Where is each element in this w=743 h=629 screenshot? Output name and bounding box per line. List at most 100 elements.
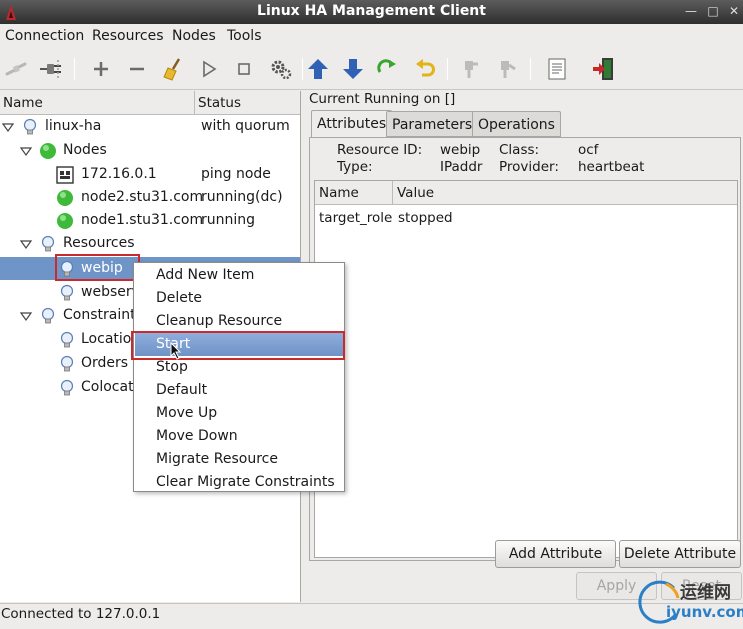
provider-label: Provider: <box>499 159 559 175</box>
tree-status: running <box>201 212 256 228</box>
move-up-icon[interactable] <box>305 56 331 82</box>
ping-node-icon <box>56 166 74 184</box>
table-row[interactable]: target_role stopped <box>315 207 737 229</box>
tree-header-name[interactable]: Name <box>0 91 195 115</box>
menu-bar: Connection Resources Nodes Tools <box>0 24 743 48</box>
title-bar: Linux HA Management Client — □ ✕ <box>0 0 743 24</box>
menu-nodes[interactable]: Nodes <box>172 28 216 44</box>
expand-arrow-icon[interactable] <box>20 310 32 322</box>
settings-gears-icon[interactable] <box>268 56 294 82</box>
menu-tools[interactable]: Tools <box>227 28 262 44</box>
cleanup-broom-icon[interactable] <box>160 56 186 82</box>
tree-row-node1[interactable]: node1.stu31.com running <box>0 209 300 232</box>
watermark: 运维网 iyunv.com <box>632 578 743 629</box>
attributes-table: Name Value target_role stopped <box>314 180 738 558</box>
tree-row-linux-ha[interactable]: linux-ha with quorum <box>0 115 300 138</box>
highlight-box <box>131 331 345 360</box>
menu-item-move-down[interactable]: Move Down <box>135 425 343 448</box>
lightbulb-icon <box>60 355 74 372</box>
type-label: Type: <box>337 159 373 175</box>
lightbulb-icon <box>60 284 74 301</box>
menu-item-move-up[interactable]: Move Up <box>135 402 343 425</box>
menu-item-clear-migrate-constraints[interactable]: Clear Migrate Constraints <box>135 471 343 494</box>
exit-icon[interactable] <box>591 56 617 82</box>
maximize-icon[interactable]: □ <box>706 4 720 18</box>
minimize-icon[interactable]: — <box>684 4 698 18</box>
tree-label: Nodes <box>63 142 107 158</box>
add-icon[interactable] <box>88 56 114 82</box>
tree-label: Resources <box>63 235 135 251</box>
details-panel: Current Running on [] Attributes Paramet… <box>308 91 743 602</box>
attr-header-value[interactable]: Value <box>393 181 739 205</box>
tab-parameters[interactable]: Parameters <box>386 111 479 137</box>
current-running-label: Current Running on [] <box>309 91 456 107</box>
tree-row-ping-node[interactable]: 172.16.0.1 ping node <box>0 163 300 186</box>
toolbar <box>0 48 743 90</box>
move-down-icon[interactable] <box>340 56 366 82</box>
tree-label: node1.stu31.com <box>81 212 204 228</box>
tree-label: Constraints <box>63 307 143 323</box>
standby-node-icon[interactable] <box>458 56 484 82</box>
add-attribute-button[interactable]: Add Attribute <box>495 540 616 568</box>
tree-label: Orders <box>81 355 129 371</box>
menu-item-add-new-item[interactable]: Add New Item <box>135 264 343 287</box>
tree-status: ping node <box>201 166 271 182</box>
menu-item-cleanup-resource[interactable]: Cleanup Resource <box>135 310 343 333</box>
tree-status: with quorum <box>201 118 290 134</box>
expand-arrow-icon[interactable] <box>20 238 32 250</box>
menu-item-default[interactable]: Default <box>135 379 343 402</box>
tab-attributes[interactable]: Attributes <box>311 110 393 138</box>
context-menu: Add New Item Delete Cleanup Resource Sta… <box>133 262 345 492</box>
refresh-icon[interactable] <box>374 56 400 82</box>
login-icon[interactable] <box>4 56 30 82</box>
class-label: Class: <box>499 142 540 158</box>
attr-name-cell: target_role <box>319 210 393 226</box>
start-icon[interactable] <box>196 56 222 82</box>
remove-icon[interactable] <box>124 56 150 82</box>
provider-value: heartbeat <box>578 159 645 175</box>
lightbulb-icon <box>41 307 55 324</box>
tree-header-status[interactable]: Status <box>195 91 300 115</box>
expand-arrow-icon[interactable] <box>2 121 14 133</box>
tree-label: webserv <box>81 284 140 300</box>
tree-row-nodes[interactable]: Nodes <box>0 139 300 162</box>
undo-icon[interactable] <box>412 56 438 82</box>
tree-row-resources[interactable]: Resources <box>0 232 300 255</box>
menu-resources[interactable]: Resources <box>92 28 164 44</box>
watermark-en: iyunv.com <box>666 603 743 621</box>
watermark-cn: 运维网 <box>680 583 731 603</box>
green-node-icon <box>57 213 73 229</box>
view-xml-icon[interactable] <box>544 56 570 82</box>
green-node-icon <box>57 190 73 206</box>
menu-item-delete[interactable]: Delete <box>135 287 343 310</box>
tab-operations[interactable]: Operations <box>472 111 561 137</box>
lightbulb-icon <box>23 118 37 135</box>
green-node-icon <box>40 143 56 159</box>
stop-icon[interactable] <box>231 56 257 82</box>
logout-icon[interactable] <box>38 56 64 82</box>
delete-attribute-button[interactable]: Delete Attribute <box>619 540 741 568</box>
highlight-box <box>55 254 140 281</box>
mouse-pointer-icon <box>170 342 182 360</box>
expand-arrow-icon[interactable] <box>20 145 32 157</box>
tree-status: running(dc) <box>201 189 283 205</box>
tree-row-node2[interactable]: node2.stu31.com running(dc) <box>0 186 300 209</box>
lightbulb-icon <box>60 379 74 396</box>
type-value: IPaddr <box>440 159 483 175</box>
tree-label: linux-ha <box>45 118 102 134</box>
attributes-header: Name Value <box>315 181 737 205</box>
attributes-tab-body: Resource ID: webip Class: ocf Type: IPad… <box>309 137 741 561</box>
attr-header-name[interactable]: Name <box>315 181 393 205</box>
window-title: Linux HA Management Client <box>257 3 486 19</box>
lightbulb-icon <box>41 235 55 252</box>
lightbulb-icon <box>60 331 74 348</box>
active-node-icon[interactable] <box>494 56 520 82</box>
menu-connection[interactable]: Connection <box>5 28 84 44</box>
attr-value-cell: stopped <box>398 210 453 226</box>
close-icon[interactable]: ✕ <box>727 4 741 18</box>
class-value: ocf <box>578 142 599 158</box>
resource-id-value: webip <box>440 142 481 158</box>
resource-id-label: Resource ID: <box>337 142 423 158</box>
menu-item-migrate-resource[interactable]: Migrate Resource <box>135 448 343 471</box>
tree-label: 172.16.0.1 <box>81 166 157 182</box>
